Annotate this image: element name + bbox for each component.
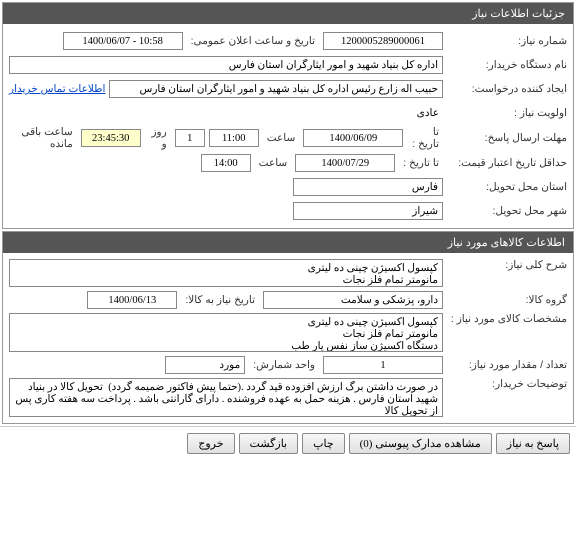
creator-field[interactable] (109, 80, 443, 98)
need-details-panel: جزئیات اطلاعات نیاز شماره نیاز: تاریخ و … (2, 2, 574, 229)
to-date-label-1: تا تاریخ : (407, 126, 443, 150)
exit-button[interactable]: خروج (187, 433, 234, 454)
time-label-1: ساعت (263, 132, 300, 144)
group-field[interactable] (263, 291, 443, 309)
unit-field[interactable] (165, 356, 245, 374)
validity-label: حداقل تاریخ اعتبار قیمت: (447, 157, 567, 169)
unit-label: واحد شمارش: (249, 359, 319, 371)
desc-label: شرح کلی نیاز: (447, 259, 567, 271)
validity-time-field[interactable] (201, 154, 251, 172)
days-and-label: روز و (145, 126, 171, 150)
remain-time-field (81, 129, 141, 147)
announce-field[interactable] (63, 32, 183, 50)
qty-label: تعداد / مقدار مورد نیاز: (447, 359, 567, 371)
deadline-date-field[interactable] (303, 129, 403, 147)
city-field[interactable] (293, 202, 443, 220)
city-label: شهر محل تحویل: (447, 205, 567, 217)
province-field[interactable] (293, 178, 443, 196)
attachments-button[interactable]: مشاهده مدارک پیوستی (0) (349, 433, 492, 454)
buyer-label: نام دستگاه خریدار: (447, 59, 567, 71)
announce-label: تاریخ و ساعت اعلان عمومی: (187, 35, 319, 47)
priority-value: عادی (413, 107, 443, 119)
remain-label: ساعت باقی مانده (9, 126, 77, 150)
request-no-label: شماره نیاز: (447, 35, 567, 47)
contact-buyer-link[interactable]: اطلاعات تماس خریدار (9, 83, 105, 95)
to-date-label-2: تا تاریخ : (399, 157, 443, 169)
priority-label: اولویت نیاز : (447, 107, 567, 119)
province-label: استان محل تحویل: (447, 181, 567, 193)
need-date-field[interactable] (87, 291, 177, 309)
desc-field[interactable] (9, 259, 443, 287)
creator-label: ایجاد کننده درخواست: (447, 83, 567, 95)
buyer-field[interactable] (9, 56, 443, 74)
spec-label: مشخصات کالای مورد نیاز : (447, 313, 567, 325)
group-label: گروه کالا: (447, 294, 567, 306)
panel2-header: اطلاعات کالاهای مورد نیاز (3, 232, 573, 253)
spec-field[interactable] (9, 313, 443, 352)
qty-field[interactable] (323, 356, 443, 374)
notes-label: توضیحات خریدار: (447, 378, 567, 390)
notes-field[interactable] (9, 378, 443, 417)
validity-date-field[interactable] (295, 154, 395, 172)
back-button[interactable]: بازگشت (239, 433, 299, 454)
deadline-label: مهلت ارسال پاسخ: (447, 132, 567, 144)
respond-button[interactable]: پاسخ به نیاز (496, 433, 570, 454)
panel1-header: جزئیات اطلاعات نیاز (3, 3, 573, 24)
days-field[interactable] (175, 129, 205, 147)
need-date-label: تاریخ نیاز به کالا: (181, 294, 259, 306)
request-no-field[interactable] (323, 32, 443, 50)
print-button[interactable]: چاپ (302, 433, 345, 454)
action-button-row: پاسخ به نیاز مشاهده مدارک پیوستی (0) چاپ… (0, 426, 576, 460)
deadline-time-field[interactable] (209, 129, 259, 147)
time-label-2: ساعت (255, 157, 292, 169)
goods-info-panel: اطلاعات کالاهای مورد نیاز شرح کلی نیاز: … (2, 231, 574, 424)
